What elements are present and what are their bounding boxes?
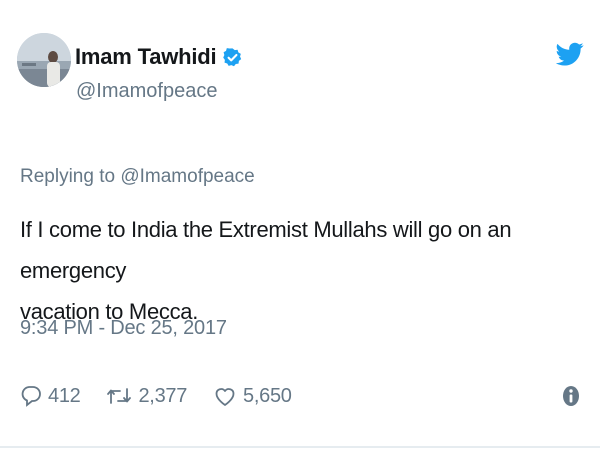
verified-badge-icon bbox=[223, 47, 242, 66]
tweet-card: Imam Tawhidi @Imamofpeace Replying to @I… bbox=[0, 0, 600, 450]
tweet-text-line: If I come to India the Extremist Mullahs… bbox=[20, 217, 512, 283]
replying-mention-link[interactable]: @Imamofpeace bbox=[120, 166, 254, 187]
heart-icon bbox=[215, 388, 235, 406]
like-button[interactable]: 5,650 bbox=[213, 384, 292, 408]
name-row: Imam Tawhidi bbox=[75, 44, 243, 70]
tweet-text: If I come to India the Extremist Mullahs… bbox=[20, 209, 590, 332]
info-icon[interactable] bbox=[561, 384, 581, 408]
divider bbox=[0, 446, 600, 448]
twitter-bird-icon[interactable] bbox=[556, 40, 584, 68]
tweet-timestamp[interactable]: 9:34 PM - Dec 25, 2017 bbox=[20, 317, 227, 340]
reply-bubble-icon bbox=[21, 386, 41, 407]
action-bar: 412 2,377 5,650 bbox=[20, 383, 318, 409]
reply-count: 412 bbox=[48, 384, 81, 407]
replying-to: Replying to @Imamofpeace bbox=[20, 166, 255, 188]
avatar-image bbox=[17, 33, 71, 87]
like-count: 5,650 bbox=[243, 384, 292, 407]
display-name[interactable]: Imam Tawhidi bbox=[75, 44, 217, 70]
retweet-count: 2,377 bbox=[138, 384, 188, 407]
reply-button[interactable]: 412 bbox=[20, 384, 81, 408]
retweet-button[interactable]: 2,377 bbox=[106, 384, 187, 408]
replying-prefix: Replying to bbox=[20, 166, 121, 187]
retweet-icon bbox=[107, 388, 132, 404]
user-handle[interactable]: @Imamofpeace bbox=[76, 80, 217, 103]
avatar[interactable] bbox=[17, 33, 71, 87]
